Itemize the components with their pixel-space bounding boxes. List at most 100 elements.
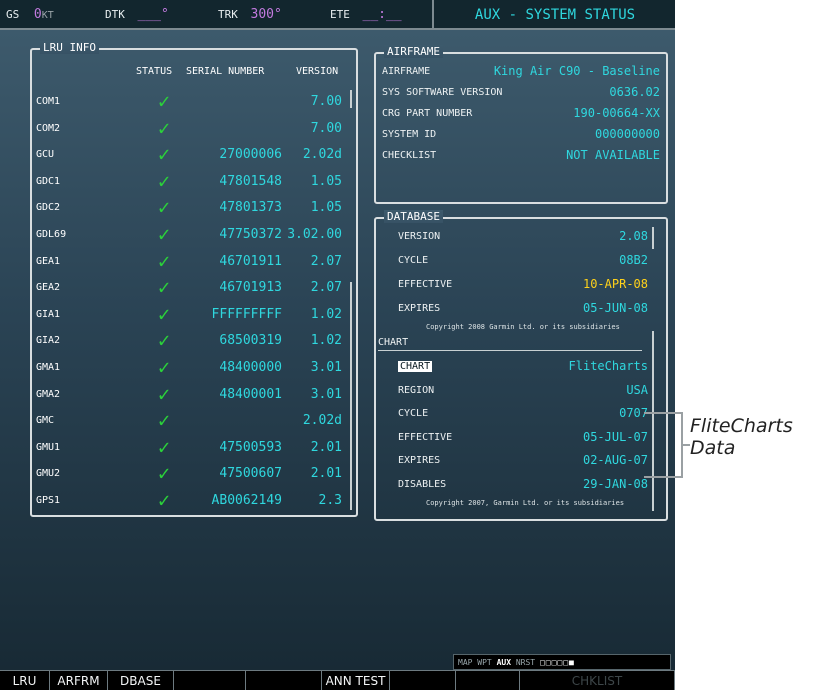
- lru-row[interactable]: COM2 ✓ 7.00: [32, 115, 342, 140]
- softkey-blank-4[interactable]: [246, 671, 322, 690]
- lru-info-title: LRU INFO: [40, 41, 99, 54]
- airframe-label: SYSTEM ID: [382, 129, 437, 140]
- lru-version: 2.07: [310, 253, 342, 269]
- lru-version: 1.02: [310, 306, 342, 322]
- gs-label: GS: [6, 8, 20, 21]
- ete-field: ETE __:__: [330, 7, 402, 22]
- softkey-chklist[interactable]: CHKLIST: [520, 671, 675, 690]
- checkmark-icon: ✓: [158, 461, 171, 486]
- softkey-ann-test[interactable]: ANN TEST: [322, 671, 390, 690]
- trk-value: 300°: [250, 7, 282, 22]
- lru-row[interactable]: GEA1 ✓ 46701911 2.07: [32, 249, 342, 273]
- lru-serial: 46701911: [219, 253, 282, 269]
- ete-value: __:__: [362, 7, 402, 22]
- lru-scrollbar-top[interactable]: [350, 90, 352, 108]
- lru-name: GDC1: [36, 175, 61, 187]
- lru-version: 1.05: [310, 173, 342, 189]
- lru-row[interactable]: GMU2 ✓ 47500607 2.01: [32, 461, 342, 486]
- lru-serial: 68500319: [219, 333, 282, 349]
- database-copyright: Copyright 2008 Garmin Ltd. or its subsid…: [426, 323, 620, 331]
- page-group-indicator: MAP WPT AUX NRST □□□□□■: [453, 654, 671, 670]
- page-group-aux: AUX: [496, 658, 512, 667]
- lru-row[interactable]: GIA1 ✓ FFFFFFFFF 1.02: [32, 302, 342, 326]
- lru-name: GMU2: [36, 468, 61, 480]
- lru-row[interactable]: GDL69 ✓ 47750372 3.02.00: [32, 222, 342, 246]
- airframe-row: CHECKLIST NOT AVAILABLE: [382, 146, 660, 166]
- softkey-lru[interactable]: LRU: [0, 671, 50, 690]
- airframe-panel: AIRFRAME AIRFRAME King Air C90 - Baseline…: [374, 45, 668, 204]
- checkmark-icon: ✓: [158, 434, 171, 459]
- lru-serial: 47801373: [219, 200, 282, 216]
- lru-serial: FFFFFFFFF: [211, 306, 282, 322]
- lru-name: GIA2: [36, 335, 61, 347]
- softkey-arfrm[interactable]: ARFRM: [50, 671, 108, 690]
- softkey-blank-3[interactable]: [174, 671, 246, 690]
- lru-row[interactable]: GMC ✓ 2.02d: [32, 408, 342, 433]
- airframe-value: King Air C90 - Baseline: [493, 64, 660, 78]
- database-label: EFFECTIVE: [398, 279, 453, 290]
- dtk-value: ___°: [137, 7, 169, 22]
- lru-version: 3.02.00: [287, 227, 342, 242]
- chart-value: FliteCharts: [568, 359, 648, 373]
- callout-line-2: Data: [690, 437, 736, 459]
- airframe-row: SYSTEM ID 000000000: [382, 125, 660, 145]
- lru-name: GEA2: [36, 282, 61, 294]
- version-column-header: VERSION: [296, 66, 339, 77]
- checkmark-icon: ✓: [158, 328, 171, 353]
- airframe-label: SYS SOFTWARE VERSION: [382, 87, 503, 98]
- lru-name: GCU: [36, 149, 55, 161]
- lru-version: 2.02d: [302, 413, 342, 429]
- page-group-map: MAP: [458, 658, 473, 667]
- chart-value: 29-JAN-08: [582, 476, 648, 491]
- airframe-value: 000000000: [594, 127, 660, 141]
- lru-name: GDC2: [36, 202, 61, 214]
- softkey-blank-6[interactable]: [390, 671, 456, 690]
- lru-version: 2.3: [318, 493, 342, 508]
- lru-row[interactable]: COM1 ✓ 7.00: [32, 89, 342, 113]
- airframe-label: AIRFRAME: [382, 66, 431, 77]
- database-scrollbar-top[interactable]: [652, 227, 654, 249]
- lru-row[interactable]: GIA2 ✓ 68500319 1.02: [32, 328, 342, 353]
- checkmark-icon: ✓: [158, 115, 171, 140]
- lru-row[interactable]: GDC2 ✓ 47801373 1.05: [32, 195, 342, 219]
- lru-version: 2.02d: [302, 147, 342, 163]
- checkmark-icon: ✓: [158, 89, 171, 113]
- lru-row[interactable]: GMA1 ✓ 48400000 3.01: [32, 355, 342, 379]
- lru-row[interactable]: GCU ✓ 27000006 2.02d: [32, 142, 342, 167]
- softkey-blank-7[interactable]: [456, 671, 520, 690]
- chart-label: CHART: [398, 361, 433, 372]
- database-value: 05-JUN-08: [582, 301, 648, 315]
- topbar-divider: [432, 0, 434, 28]
- gs-value: 0: [33, 7, 42, 22]
- airframe-label: CRG PART NUMBER: [382, 108, 473, 119]
- database-panel: DATABASE VERSION 2.08 CYCLE 08B2 EFFECTIVE 10…: [374, 210, 668, 521]
- checkmark-icon: ✓: [158, 355, 171, 379]
- database-title: DATABASE: [384, 210, 443, 223]
- softkey-bar: LRU ARFRM DBASE ANN TEST CHKLIST: [0, 670, 675, 690]
- lru-row[interactable]: GMU1 ✓ 47500593 2.01: [32, 434, 342, 459]
- airframe-row: AIRFRAME King Air C90 - Baseline: [382, 62, 660, 82]
- lru-version: 3.01: [310, 360, 342, 375]
- lru-serial: 48400001: [219, 386, 282, 402]
- lru-row[interactable]: GEA2 ✓ 46701913 2.07: [32, 275, 342, 299]
- ete-label: ETE: [330, 8, 350, 21]
- checkmark-icon: ✓: [158, 142, 171, 167]
- database-label: EXPIRES: [398, 303, 441, 314]
- chart-value: USA: [626, 382, 648, 397]
- lru-version: 1.05: [310, 200, 342, 216]
- softkey-dbase[interactable]: DBASE: [108, 671, 174, 690]
- gs-unit: KT: [41, 10, 54, 21]
- airframe-value: 190-00664-XX: [573, 106, 660, 120]
- lru-row[interactable]: GPS1 ✓ AB0062149 2.3: [32, 488, 342, 512]
- lru-scrollbar-thumb[interactable]: [350, 282, 352, 510]
- airframe-value: NOT AVAILABLE: [566, 148, 660, 162]
- database-label: VERSION: [398, 231, 441, 242]
- callout-line-1: FliteCharts: [690, 415, 793, 437]
- lru-row[interactable]: GDC1 ✓ 47801548 1.05: [32, 169, 342, 193]
- lru-serial: 27000006: [219, 147, 282, 163]
- dtk-label: DTK: [105, 8, 125, 21]
- airframe-row: CRG PART NUMBER 190-00664-XX: [382, 104, 660, 124]
- checkmark-icon: ✓: [158, 408, 171, 433]
- chart-label: DISABLES: [398, 478, 447, 490]
- lru-row[interactable]: GMA2 ✓ 48400001 3.01: [32, 382, 342, 406]
